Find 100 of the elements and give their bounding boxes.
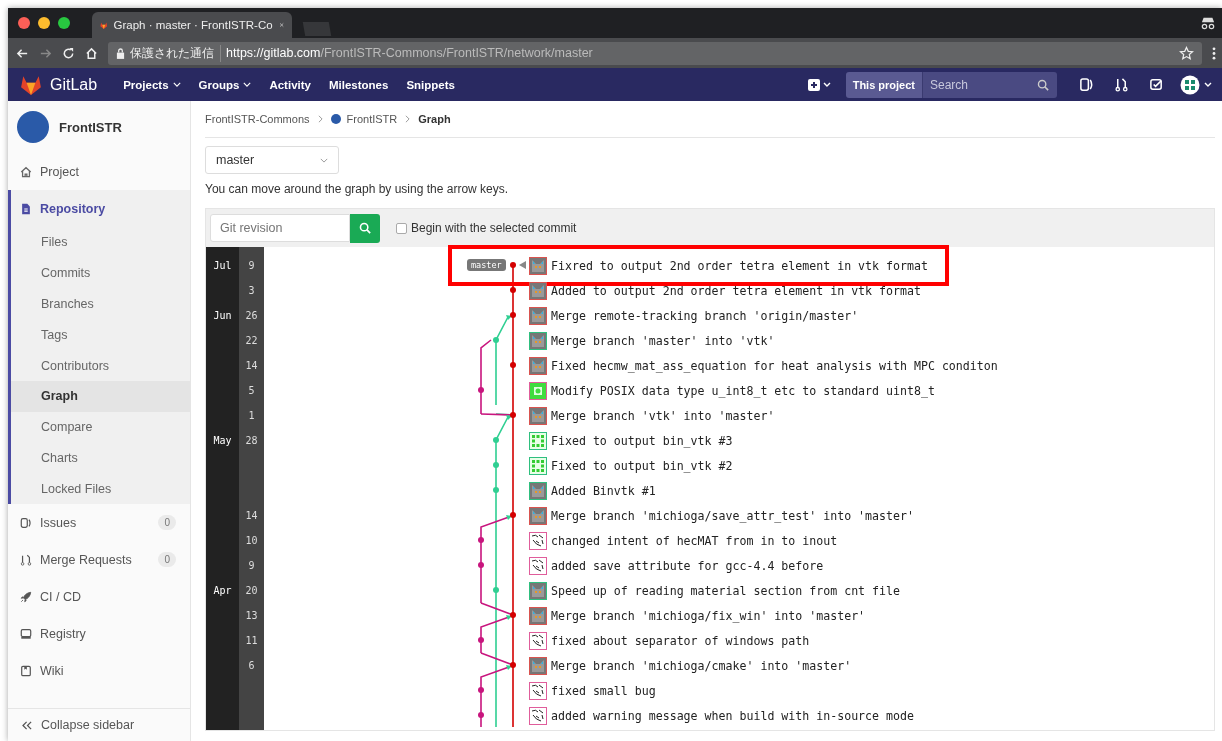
checkbox[interactable] [396, 222, 407, 234]
nav-link[interactable]: Activity [269, 78, 311, 91]
browser-tab[interactable]: Graph · master · FrontISTR-Co [92, 12, 292, 38]
sidebar-item[interactable]: Merge Requests 0 [8, 541, 190, 579]
nav-link[interactable]: Projects [123, 78, 181, 91]
caret-icon [320, 157, 328, 163]
zoom-window-button[interactable] [58, 17, 70, 29]
hint-text: You can move around the graph by using the arrow keys. [205, 182, 510, 196]
day-label: 1 [248, 410, 255, 421]
commit-message[interactable]: Merge branch 'michioga/fix_win' into 'master' [551, 608, 866, 623]
checkbox-label[interactable]: Begin with the selected commit [411, 221, 577, 235]
day-label: 28 [245, 435, 258, 446]
minimize-window-button[interactable] [38, 17, 50, 29]
month-label: Apr [213, 585, 232, 596]
double-chevron-left-icon [22, 720, 33, 730]
search-field[interactable]: Search [923, 71, 1057, 98]
day-label: 5 [248, 385, 255, 396]
commit-message[interactable]: Merge branch 'michioga/cmake' into 'master' [551, 658, 852, 673]
sidebar-subitem[interactable]: Branches [11, 288, 190, 320]
address-bar[interactable]: 保護された通信 https://gitlab.com/FrontISTR-Commons/FrontISTR/network/master [108, 41, 1202, 65]
month-label: May [213, 435, 232, 446]
commit-message[interactable]: Speed up of reading material section from cnt file [551, 583, 900, 598]
count-badge: 0 [158, 552, 176, 568]
issues-icon[interactable] [1079, 77, 1094, 92]
todo-check-icon[interactable] [1149, 77, 1164, 92]
chevron-right-icon [317, 115, 323, 123]
commit-message[interactable]: added save attribute for gcc-4.4 before [551, 558, 824, 573]
sidebar-subitem[interactable]: Compare [11, 411, 190, 443]
new-item-button[interactable] [807, 78, 832, 91]
commit-message[interactable]: Fixed to output bin_vtk #3 [551, 433, 733, 448]
security-label: 保護された通信 [130, 44, 221, 62]
day-label: 13 [245, 610, 258, 621]
commit-message[interactable]: Added Binvtk #1 [551, 483, 656, 498]
commit-message[interactable]: fixed small bug [551, 683, 656, 698]
breadcrumb-link[interactable]: Graph [418, 113, 451, 125]
search-button[interactable] [350, 213, 380, 243]
nav-link[interactable]: Snippets [406, 78, 455, 91]
gitlab-logo[interactable]: GitLab [20, 74, 98, 95]
sidebar-subitem[interactable]: Graph [11, 381, 190, 412]
search-scope-label[interactable]: This project [845, 71, 923, 98]
book-icon [20, 664, 32, 677]
branch-dropdown[interactable]: master [205, 146, 339, 174]
commit-message[interactable]: Fixed to output bin_vtk #2 [551, 458, 733, 473]
url-text: https://gitlab.com/FrontISTR-Commons/FrontISTR/network/master [226, 46, 593, 60]
sidebar-subitem[interactable]: Contributors [11, 350, 190, 381]
commit-message[interactable]: added warning message when build with in-source mode [551, 708, 914, 723]
commit-message[interactable]: fixed about separator of windows path [551, 633, 810, 648]
search-icon [359, 222, 371, 234]
month-label: Jul [213, 260, 232, 271]
sidebar-item[interactable]: Wiki [8, 652, 190, 690]
close-tab-icon[interactable] [278, 20, 284, 30]
project-avatar[interactable] [17, 111, 49, 143]
sidebar-subitem[interactable]: Locked Files [11, 473, 190, 505]
commit-message[interactable]: Added to output 2nd order tetra element in vtk format [551, 283, 921, 298]
sidebar-subitem[interactable]: Charts [11, 442, 190, 474]
sidebar-subitem[interactable]: Files [11, 227, 190, 258]
collapse-sidebar-button[interactable]: Collapse sidebar [8, 709, 190, 741]
git-revision-field[interactable]: Git revision [210, 214, 350, 242]
branch-label: master [467, 259, 506, 271]
day-label: 14 [245, 510, 258, 521]
project-avatar-icon [330, 114, 341, 124]
sidebar-item[interactable]: Issues 0 [8, 504, 190, 542]
issues-icon [20, 516, 32, 529]
count-badge: 0 [158, 515, 176, 531]
close-window-button[interactable] [18, 17, 30, 29]
bookmark-star-icon[interactable] [1179, 45, 1194, 61]
commit-message[interactable]: Merge branch 'master' into 'vtk' [551, 333, 775, 348]
reload-icon[interactable] [62, 46, 75, 60]
day-label: 6 [248, 660, 255, 671]
browser-menu-icon[interactable] [1212, 45, 1216, 61]
home-icon[interactable] [85, 46, 98, 60]
breadcrumb-link[interactable]: FrontISTR [346, 113, 398, 125]
merge-icon [20, 553, 32, 566]
commit-message[interactable]: Merge branch 'michioga/save_attr_test' into 'master' [551, 508, 914, 523]
merge-request-icon[interactable] [1114, 77, 1129, 92]
project-name[interactable]: FrontISTR [59, 119, 122, 135]
nav-link[interactable]: Milestones [328, 78, 389, 91]
sidebar-subitem[interactable]: Tags [11, 319, 190, 351]
day-label: 9 [248, 560, 255, 571]
commit-message[interactable]: Merge branch 'vtk' into 'master' [551, 408, 775, 423]
sidebar-subitem[interactable]: Commits [11, 257, 190, 289]
user-avatar[interactable] [1180, 74, 1214, 95]
day-label: 10 [245, 535, 258, 546]
commit-message[interactable]: Modify POSIX data type u_int8_t etc to standard uint8_t [551, 383, 935, 398]
commit-message[interactable]: Fixred to output 2nd order tetra element in vtk format [551, 258, 928, 273]
month-label: Jun [213, 310, 232, 321]
commit-message[interactable]: changed intent of hecMAT from in to inout [551, 533, 838, 548]
nav-link[interactable]: Groups [198, 78, 252, 91]
day-label: 26 [245, 310, 258, 321]
search-icon [1037, 78, 1049, 91]
sidebar-item[interactable]: Registry [8, 615, 190, 653]
day-label: 9 [248, 260, 255, 271]
commit-message[interactable]: Fixed hecmw_mat_ass_equation for heat analysis with MPC conditon [551, 358, 998, 373]
day-label: 3 [248, 285, 255, 296]
sidebar-item[interactable]: Repository [11, 190, 190, 227]
rocket-icon [20, 590, 32, 603]
breadcrumb-link[interactable]: FrontISTR-Commons [205, 113, 310, 125]
sidebar-item[interactable]: CI / CD [8, 578, 190, 616]
commit-message[interactable]: Merge remote-tracking branch 'origin/master' [551, 308, 859, 323]
sidebar-item[interactable]: Project [8, 153, 190, 190]
